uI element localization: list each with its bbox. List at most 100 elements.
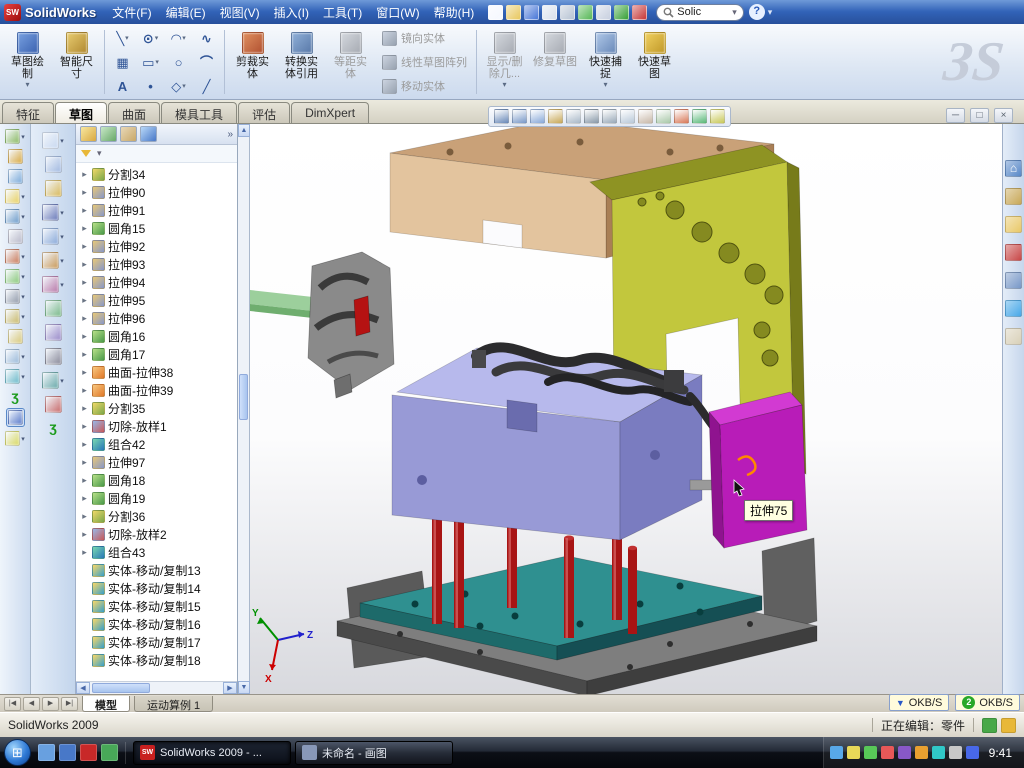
select-icon[interactable] xyxy=(596,5,611,20)
display-delete-relations-button[interactable]: 显示/删除几...▾ xyxy=(481,27,528,97)
mirror-entities-button[interactable]: 镜向实体 xyxy=(377,28,472,48)
ribbon-tab[interactable]: DimXpert xyxy=(291,102,369,123)
text-tool[interactable]: A xyxy=(109,75,136,98)
flyout-arrow-icon[interactable]: ▾ xyxy=(60,257,64,265)
flyout-arrow-icon[interactable]: ▾ xyxy=(21,133,25,141)
flyout-arrow-icon[interactable]: ▾ xyxy=(60,377,64,385)
tree-item[interactable]: ▸分割34 xyxy=(76,165,237,183)
flyout-arrow-icon[interactable]: ▾ xyxy=(60,137,64,145)
tree-item[interactable]: ▸圆角17 xyxy=(76,345,237,363)
zoom-area-icon[interactable] xyxy=(512,109,527,124)
helix-curve-icon[interactable]: ʒ xyxy=(11,389,18,404)
scroll-right-icon[interactable]: ▶ xyxy=(223,682,237,694)
zoom-in-out-icon[interactable] xyxy=(530,109,545,124)
scene-icon[interactable] xyxy=(710,109,725,124)
polygon-icon[interactable] xyxy=(45,300,62,317)
tree-item[interactable]: 实体-移动/复制16 xyxy=(76,615,237,633)
go-first-button[interactable]: |◀ xyxy=(4,697,21,711)
linear-pattern-icon[interactable]: ▾ xyxy=(5,289,25,304)
tree-item[interactable]: 实体-移动/复制17 xyxy=(76,633,237,651)
quick-snaps-button[interactable]: 快速捕捉▾ xyxy=(582,27,629,97)
swept-boss-icon[interactable] xyxy=(8,169,23,184)
go-next-button[interactable]: ▶ xyxy=(42,697,59,711)
rectangle-tool[interactable]: ▭▾ xyxy=(137,51,164,74)
realview-icon[interactable] xyxy=(674,109,689,124)
show-desktop-icon[interactable] xyxy=(38,744,55,761)
task-solidworks[interactable]: SWSolidWorks 2009 - ... xyxy=(133,741,291,765)
extruded-boss-icon[interactable]: ▾ xyxy=(5,129,25,144)
menu-item[interactable]: 帮助(H) xyxy=(427,1,482,24)
mirror-icon[interactable]: ▾ xyxy=(5,349,25,364)
appearance-icon[interactable] xyxy=(692,109,707,124)
undo-icon[interactable] xyxy=(578,5,593,20)
rectangle-icon[interactable]: ▾ xyxy=(42,228,64,245)
configurationmanager-tab[interactable] xyxy=(120,126,137,142)
flyout-arrow-icon[interactable]: ▾ xyxy=(60,209,64,217)
design-library-icon[interactable] xyxy=(1005,188,1022,205)
view-orientation-icon[interactable] xyxy=(656,109,671,124)
document-restore-button[interactable]: □ xyxy=(970,108,989,123)
spline-icon[interactable] xyxy=(45,324,62,341)
tree-item[interactable]: 实体-移动/复制18 xyxy=(76,651,237,669)
tree-item[interactable]: ▸圆角18 xyxy=(76,471,237,489)
start-button[interactable]: ⊞ xyxy=(4,739,31,766)
hide-show-items-icon[interactable] xyxy=(620,109,635,124)
browser-icon[interactable] xyxy=(101,744,118,761)
flyout-arrow-icon[interactable]: ▾ xyxy=(60,233,64,241)
3d-sketch-icon[interactable] xyxy=(45,156,62,173)
rotate-view-icon[interactable] xyxy=(548,109,563,124)
document-minimize-button[interactable]: ─ xyxy=(946,108,965,123)
save-icon[interactable] xyxy=(524,5,539,20)
tray-icon-2[interactable] xyxy=(847,746,860,759)
tree-item[interactable]: ▸分割35 xyxy=(76,399,237,417)
tree-item[interactable]: ▸拉伸93 xyxy=(76,255,237,273)
expander-icon[interactable]: ▸ xyxy=(80,421,89,432)
tree-item[interactable]: 实体-移动/复制13 xyxy=(76,561,237,579)
expander-icon[interactable]: ▸ xyxy=(80,385,89,396)
tree-item[interactable]: ▸切除-放样1 xyxy=(76,417,237,435)
expander-icon[interactable]: ▸ xyxy=(80,187,89,198)
construction-line-tool[interactable]: ╱ xyxy=(193,75,220,98)
tree-item[interactable]: ▸拉伸96 xyxy=(76,309,237,327)
ribbon-tab[interactable]: 模具工具 xyxy=(161,102,237,123)
tray-icon-7[interactable] xyxy=(932,746,945,759)
sketch-button[interactable]: 草图绘制▾ xyxy=(4,27,51,97)
tree-vertical-scrollbar[interactable]: ▲ ▼ xyxy=(238,124,250,694)
scroll-left-icon[interactable]: ◀ xyxy=(76,682,90,694)
solidworks-resources-icon[interactable] xyxy=(632,5,647,20)
print-icon[interactable] xyxy=(560,5,575,20)
flyout-arrow-icon[interactable]: ▾ xyxy=(21,293,25,301)
menu-item[interactable]: 插入(I) xyxy=(267,1,316,24)
tray-icon-8[interactable] xyxy=(949,746,962,759)
expander-icon[interactable]: ▸ xyxy=(80,313,89,324)
tree-item[interactable]: ▸组合42 xyxy=(76,435,237,453)
hole-wizard-icon[interactable] xyxy=(8,229,23,244)
expander-icon[interactable]: ▸ xyxy=(80,403,89,414)
offset-entities-button[interactable]: 等距实体 xyxy=(327,27,374,97)
search-results-icon[interactable] xyxy=(1005,244,1022,261)
menu-item[interactable]: 工具(T) xyxy=(316,1,369,24)
instant3d-icon[interactable]: ▾ xyxy=(5,431,25,446)
ribbon-tab[interactable]: 评估 xyxy=(238,102,290,123)
point-tool[interactable]: • xyxy=(137,75,164,98)
line-icon[interactable]: ▾ xyxy=(42,204,64,221)
circle-icon[interactable]: ▾ xyxy=(42,252,64,269)
menu-item[interactable]: 窗口(W) xyxy=(369,1,426,24)
search-dropdown-icon[interactable]: ▾ xyxy=(732,7,737,18)
tree-item[interactable]: 实体-移动/复制15 xyxy=(76,597,237,615)
scroll-thumb[interactable] xyxy=(92,683,150,693)
magenta-block[interactable] xyxy=(709,392,807,548)
taskbar-clock[interactable]: 9:41 xyxy=(983,746,1018,760)
line-tool[interactable]: ╲▾ xyxy=(109,27,136,50)
ribbon-tab[interactable]: 曲面 xyxy=(108,102,160,123)
gray-clamp-block[interactable] xyxy=(308,252,394,398)
flyout-arrow-icon[interactable]: ▾ xyxy=(21,313,25,321)
motion-study-tab[interactable]: 运动算例 1 xyxy=(134,696,213,712)
tree-item[interactable]: ▸拉伸97 xyxy=(76,453,237,471)
tray-icon-9[interactable] xyxy=(966,746,979,759)
window-switcher-icon[interactable] xyxy=(59,744,76,761)
menu-item[interactable]: 文件(F) xyxy=(105,1,158,24)
pan-icon[interactable] xyxy=(566,109,581,124)
tree-item[interactable]: ▸分割36 xyxy=(76,507,237,525)
expander-icon[interactable]: ▸ xyxy=(80,277,89,288)
